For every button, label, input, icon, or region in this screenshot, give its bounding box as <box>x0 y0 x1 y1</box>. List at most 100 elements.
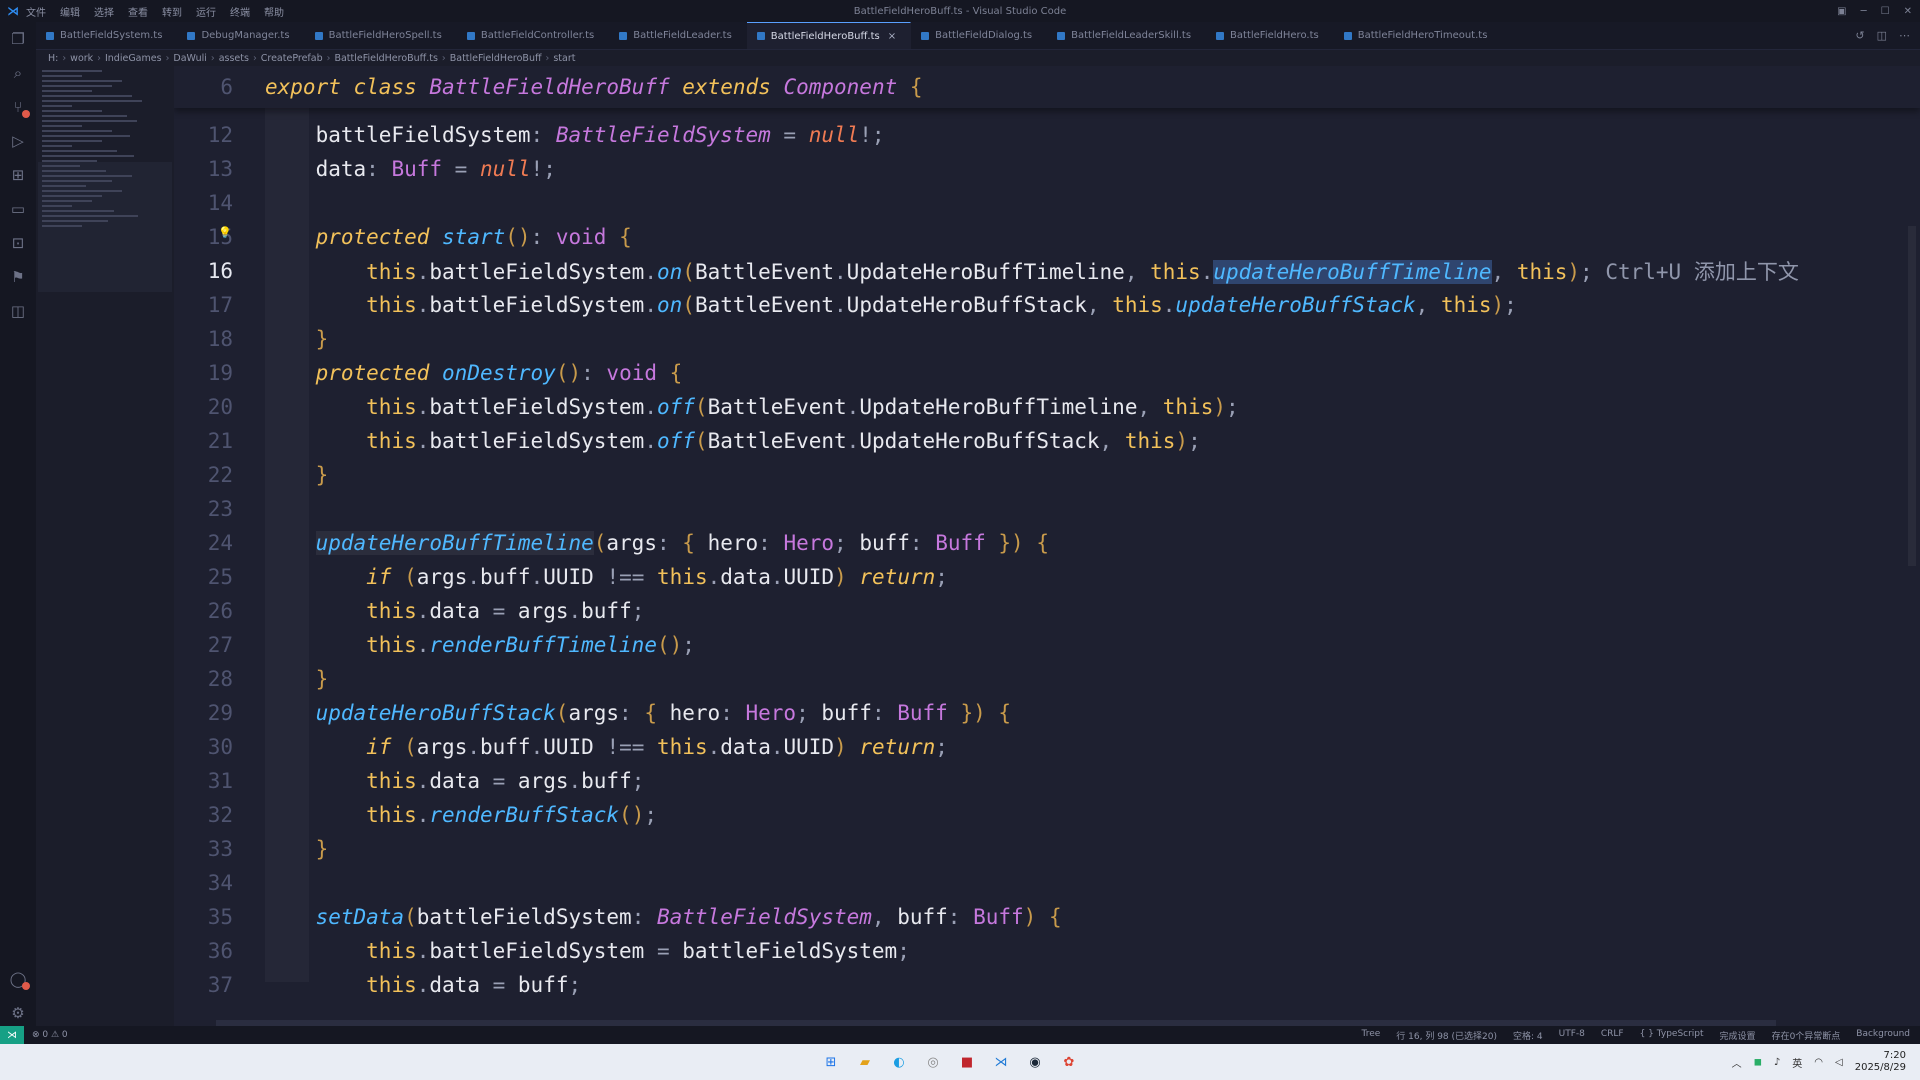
menu-item[interactable]: 编辑 <box>60 8 80 19</box>
sticky-scroll-header[interactable]: 6 export class BattleFieldHeroBuff extend… <box>174 66 1920 108</box>
code-line[interactable]: 14 <box>174 186 1920 220</box>
microphone-icon[interactable]: ♪ <box>1774 1057 1780 1068</box>
status-item[interactable]: 行 16, 列 98 (已选择20) <box>1396 1029 1497 1042</box>
tab-battlefieldherospell[interactable]: BattleFieldHeroSpell.ts <box>305 22 457 49</box>
search-icon[interactable]: ⌕ <box>0 56 36 90</box>
lightbulb-icon[interactable]: 💡 <box>218 226 232 239</box>
steam-icon[interactable]: ◉ <box>1024 1051 1046 1073</box>
status-item[interactable]: Background <box>1856 1029 1910 1042</box>
status-item[interactable]: 完成设置 <box>1720 1029 1756 1042</box>
breadcrumb-item[interactable]: work <box>70 53 93 64</box>
split-editor-icon[interactable]: ◫ <box>1877 29 1887 42</box>
code-line[interactable]: 37 this.data = buff; <box>174 968 1920 1002</box>
code-line[interactable]: 13 data: Buff = null!; <box>174 152 1920 186</box>
status-item[interactable]: { } TypeScript <box>1640 1029 1704 1042</box>
code-line[interactable]: 35 setData(battleFieldSystem: BattleFiel… <box>174 900 1920 934</box>
folder-icon[interactable]: ▭ <box>0 192 36 226</box>
code-line-current[interactable]: 16 this.battleFieldSystem.on(BattleEvent… <box>174 254 1920 288</box>
close-window-icon[interactable]: ✕ <box>1904 6 1912 17</box>
breadcrumb-item[interactable]: BattleFieldHeroBuff <box>450 53 542 64</box>
ime-indicator[interactable]: 英 <box>1792 1055 1802 1070</box>
code-line[interactable]: 26 this.data = args.buff; <box>174 594 1920 628</box>
code-line[interactable]: 30 if (args.buff.UUID !== this.data.UUID… <box>174 730 1920 764</box>
menu-item[interactable]: 帮助 <box>264 8 284 19</box>
minimap[interactable] <box>36 66 174 836</box>
menu-item[interactable]: 文件 <box>26 8 46 19</box>
bookmark-icon[interactable]: ⚑ <box>0 260 36 294</box>
remote-explorer-icon[interactable]: ⊡ <box>0 226 36 260</box>
close-tab-icon[interactable]: × <box>888 31 896 42</box>
code-line[interactable]: 28 } <box>174 662 1920 696</box>
code-line[interactable]: 12 battleFieldSystem: BattleFieldSystem … <box>174 118 1920 152</box>
breadcrumb-item[interactable]: start <box>553 53 575 64</box>
status-item[interactable]: Tree <box>1362 1029 1381 1042</box>
tab-battlefieldleader[interactable]: BattleFieldLeader.ts <box>609 22 747 49</box>
tab-battlefieldherotimeout[interactable]: BattleFieldHeroTimeout.ts <box>1334 22 1503 49</box>
wechat-icon[interactable]: ◼ <box>1754 1057 1762 1068</box>
code-line[interactable]: 17 this.battleFieldSystem.on(BattleEvent… <box>174 288 1920 322</box>
package-icon[interactable]: ◫ <box>0 294 36 328</box>
tab-battlefieldherobuff[interactable]: BattleFieldHeroBuff.ts × <box>746 22 912 49</box>
status-item[interactable]: 存在0个异常断点 <box>1772 1029 1841 1042</box>
tab-battlefieldleaderskill[interactable]: BattleFieldLeaderSkill.ts <box>1047 22 1206 49</box>
code-line[interactable]: 24 updateHeroBuffTimeline(args: { hero: … <box>174 526 1920 560</box>
breadcrumb-item[interactable]: assets <box>219 53 249 64</box>
tab-debugmanager[interactable]: DebugManager.ts <box>177 22 304 49</box>
wifi-icon[interactable]: ◠ <box>1814 1057 1823 1068</box>
status-item[interactable]: UTF-8 <box>1559 1029 1585 1042</box>
code-line[interactable]: 29 updateHeroBuffStack(args: { hero: Her… <box>174 696 1920 730</box>
menu-item[interactable]: 转到 <box>162 8 182 19</box>
code-line[interactable]: 32 this.renderBuffStack(); <box>174 798 1920 832</box>
code-line[interactable]: 23 <box>174 492 1920 526</box>
maximize-icon[interactable]: ☐ <box>1881 6 1890 17</box>
breadcrumb-item[interactable]: CreatePrefab <box>261 53 323 64</box>
volume-icon[interactable]: ◁ <box>1835 1057 1843 1068</box>
breadcrumb-item[interactable]: IndieGames <box>105 53 162 64</box>
code-line[interactable]: 22 } <box>174 458 1920 492</box>
layout-icon[interactable]: ▣ <box>1837 6 1846 17</box>
code-line[interactable]: 31 this.data = args.buff; <box>174 764 1920 798</box>
app-game-icon[interactable]: ✿ <box>1058 1051 1080 1073</box>
tab-battlefielddialog[interactable]: BattleFieldDialog.ts <box>911 22 1047 49</box>
tray-chevron-icon[interactable]: ︿ <box>1732 1055 1742 1070</box>
code-line[interactable]: 15 protected start(): void { <box>174 220 1920 254</box>
chrome-browser-icon[interactable]: ◎ <box>922 1051 944 1073</box>
tab-battlefieldsystem[interactable]: BattleFieldSystem.ts <box>36 22 177 49</box>
run-debug-icon[interactable]: ▷ <box>0 124 36 158</box>
more-actions-icon[interactable]: ⋯ <box>1899 29 1910 42</box>
menu-item[interactable]: 运行 <box>196 8 216 19</box>
file-explorer-icon[interactable]: ▰ <box>854 1051 876 1073</box>
code-line[interactable]: 18 } <box>174 322 1920 356</box>
minimize-icon[interactable]: ─ <box>1861 6 1867 17</box>
menu-item[interactable]: 选择 <box>94 8 114 19</box>
history-icon[interactable]: ↺ <box>1855 29 1864 42</box>
clock[interactable]: 7:20 2025/8/29 <box>1855 1050 1906 1074</box>
code-line[interactable]: 33 } <box>174 832 1920 866</box>
status-item[interactable]: 空格: 4 <box>1513 1029 1543 1042</box>
start-menu-icon[interactable]: ⊞ <box>820 1051 842 1073</box>
vscode-taskbar-icon[interactable]: ⋊ <box>990 1051 1012 1073</box>
settings-gear-icon[interactable]: ⚙ <box>0 996 36 1030</box>
status-item[interactable]: CRLF <box>1601 1029 1624 1042</box>
code-line[interactable]: 27 this.renderBuffTimeline(); <box>174 628 1920 662</box>
account-icon[interactable]: ◯ <box>0 962 36 996</box>
breadcrumb-item[interactable]: H: <box>48 53 58 64</box>
app-red-icon[interactable]: ■ <box>956 1051 978 1073</box>
code-line[interactable]: 19 protected onDestroy(): void { <box>174 356 1920 390</box>
problems-count[interactable]: ⊗ 0 ⚠ 0 <box>32 1030 68 1040</box>
code-line[interactable]: 21 this.battleFieldSystem.off(BattleEven… <box>174 424 1920 458</box>
breadcrumb-item[interactable]: BattleFieldHeroBuff.ts <box>334 53 437 64</box>
edge-browser-icon[interactable]: ◐ <box>888 1051 910 1073</box>
menu-item[interactable]: 终端 <box>230 8 250 19</box>
extensions-icon[interactable]: ⊞ <box>0 158 36 192</box>
breadcrumb-item[interactable]: DaWuli <box>173 53 207 64</box>
explorer-icon[interactable]: ❐ <box>0 22 36 56</box>
code-editor[interactable]: 6 export class BattleFieldHeroBuff extend… <box>174 66 1920 1026</box>
tab-battlefieldcontroller[interactable]: BattleFieldController.ts <box>457 22 609 49</box>
code-line[interactable]: 25 if (args.buff.UUID !== this.data.UUID… <box>174 560 1920 594</box>
code-line[interactable]: 34 <box>174 866 1920 900</box>
menu-item[interactable]: 查看 <box>128 8 148 19</box>
tab-battlefieldhero[interactable]: BattleFieldHero.ts <box>1206 22 1334 49</box>
remote-indicator-icon[interactable]: ⋊ <box>0 1026 24 1044</box>
code-line[interactable]: 36 this.battleFieldSystem = battleFieldS… <box>174 934 1920 968</box>
